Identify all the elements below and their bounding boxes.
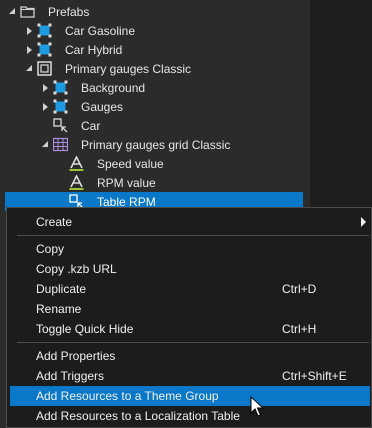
submenu-arrow-icon bbox=[361, 217, 366, 227]
menu-item-create[interactable]: Create bbox=[10, 212, 370, 232]
tree-item-car-hybrid[interactable]: Car Hybrid bbox=[0, 40, 310, 59]
prefab-icon bbox=[53, 99, 68, 114]
tree-item-speed-value[interactable]: Speed value bbox=[0, 154, 310, 173]
expand-arrow-icon[interactable] bbox=[43, 103, 48, 111]
menu-item-label: Duplicate bbox=[36, 282, 87, 296]
tree-item-rpm-value[interactable]: RPM value bbox=[0, 173, 310, 192]
menu-item-shortcut: Ctrl+Shift+E bbox=[282, 369, 347, 383]
menu-item-toggle-quick-hide[interactable]: Toggle Quick Hide Ctrl+H bbox=[10, 319, 370, 339]
tree-item-label: Primary gauges Classic bbox=[65, 62, 192, 76]
folder-icon bbox=[20, 6, 35, 18]
prefab-icon bbox=[37, 42, 52, 57]
prefab-icon bbox=[53, 80, 68, 95]
tree-item-gauges[interactable]: Gauges bbox=[0, 97, 310, 116]
menu-item-copy[interactable]: Copy bbox=[10, 239, 370, 259]
tree-item-prefabs[interactable]: Prefabs bbox=[0, 2, 310, 21]
tree-item-primary-gauges-grid-classic[interactable]: Primary gauges grid Classic bbox=[0, 135, 310, 154]
prefab-icon bbox=[37, 23, 52, 38]
menu-item-rename[interactable]: Rename bbox=[10, 299, 370, 319]
grid-layout-icon bbox=[53, 137, 68, 152]
menu-item-shortcut: Ctrl+D bbox=[282, 282, 317, 296]
expand-arrow-icon[interactable] bbox=[26, 65, 32, 71]
menu-item-label: Add Resources to a Theme Group bbox=[36, 389, 219, 403]
menu-item-copy-kzb-url[interactable]: Copy .kzb URL bbox=[10, 259, 370, 279]
tree-item-label: Speed value bbox=[97, 157, 164, 171]
tree-item-label: Car bbox=[81, 119, 101, 133]
tree-item-primary-gauges-classic[interactable]: Primary gauges Classic bbox=[0, 59, 310, 78]
menu-separator bbox=[17, 342, 369, 343]
menu-item-label: Toggle Quick Hide bbox=[36, 322, 134, 336]
tree-item-label: Gauges bbox=[81, 100, 124, 114]
menu-item-label: Rename bbox=[36, 302, 82, 316]
expand-arrow-icon[interactable] bbox=[9, 8, 15, 14]
menu-item-label: Add Properties bbox=[36, 349, 116, 363]
tree-item-label: Background bbox=[81, 81, 146, 95]
tree-item-label: Primary gauges grid Classic bbox=[81, 138, 231, 152]
tree-item-car[interactable]: Car bbox=[0, 116, 310, 135]
tree-item-label: Car Hybrid bbox=[65, 43, 123, 57]
tree-item-label: Car Gasoline bbox=[65, 24, 136, 38]
node-icon bbox=[37, 61, 52, 76]
text-block-icon bbox=[69, 156, 84, 171]
menu-item-add-resources-theme-group[interactable]: Add Resources to a Theme Group bbox=[10, 386, 370, 406]
adjacent-panel bbox=[310, 0, 372, 208]
mouse-cursor-icon bbox=[250, 396, 265, 417]
expand-arrow-icon[interactable] bbox=[27, 46, 32, 54]
menu-item-label: Copy bbox=[36, 242, 65, 256]
tree-item-background[interactable]: Background bbox=[0, 78, 310, 97]
expand-arrow-icon[interactable] bbox=[42, 141, 48, 147]
text-block-icon bbox=[69, 175, 84, 190]
menu-item-label: Add Triggers bbox=[36, 369, 105, 383]
expand-arrow-icon[interactable] bbox=[27, 27, 32, 35]
prefab-instance-icon bbox=[53, 118, 68, 133]
menu-item-add-triggers[interactable]: Add Triggers Ctrl+Shift+E bbox=[10, 366, 370, 386]
context-menu: Create Copy Copy .kzb URL Duplicate Ctrl… bbox=[6, 207, 372, 428]
menu-item-add-resources-localization-table[interactable]: Add Resources to a Localization Table bbox=[10, 406, 370, 426]
menu-separator bbox=[17, 235, 369, 236]
menu-item-add-properties[interactable]: Add Properties bbox=[10, 346, 370, 366]
menu-item-shortcut: Ctrl+H bbox=[282, 322, 317, 336]
menu-item-label: Add Resources to a Localization Table bbox=[36, 409, 240, 423]
tree-item-car-gasoline[interactable]: Car Gasoline bbox=[0, 21, 310, 40]
menu-item-label: Create bbox=[36, 215, 73, 229]
tree-item-label: RPM value bbox=[97, 176, 156, 190]
tree-item-label: Prefabs bbox=[48, 5, 90, 19]
menu-item-label: Copy .kzb URL bbox=[36, 262, 117, 276]
expand-arrow-icon[interactable] bbox=[43, 84, 48, 92]
menu-item-duplicate[interactable]: Duplicate Ctrl+D bbox=[10, 279, 370, 299]
